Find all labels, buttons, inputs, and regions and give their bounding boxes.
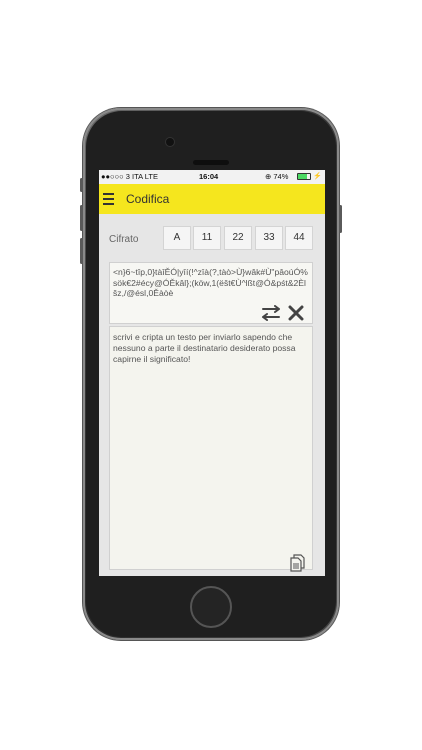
cipher-text: <n}6~tîp,0}tàîĚÓ|yîí(!^zîà(?,tàò>Ù}wâk#Ù…: [113, 267, 308, 298]
battery-percent: ⊕ 74%: [265, 172, 289, 181]
key-button-11[interactable]: 11: [193, 226, 221, 250]
key-button-44[interactable]: 44: [285, 226, 313, 250]
cipher-output-box[interactable]: <n}6~tîp,0}tàîĚÓ|yîí(!^zîà(?,tàò>Ù}wâk#Ù…: [109, 262, 313, 324]
copy-icon[interactable]: [288, 553, 308, 573]
phone-screen: ●●○○○ 3 ITA LTE 16:04 ⊕ 74% ⚡ Codifica C…: [99, 170, 325, 576]
app-bar: Codifica: [99, 184, 325, 214]
volume-down-button: [80, 238, 83, 264]
key-button-33[interactable]: 33: [255, 226, 283, 250]
cifrato-label: Cifrato: [109, 234, 139, 245]
power-button: [339, 205, 342, 233]
home-button[interactable]: [190, 586, 232, 628]
charging-icon: ⚡: [313, 173, 322, 180]
page-title: Codifica: [126, 192, 170, 206]
swap-arrows-icon[interactable]: [260, 305, 282, 321]
earpiece-speaker: [193, 160, 229, 165]
front-camera: [166, 138, 174, 146]
status-time: 16:04: [199, 172, 219, 181]
key-button-a[interactable]: A: [163, 226, 191, 250]
plain-text-input[interactable]: scrivi e cripta un testo per inviarlo sa…: [109, 326, 313, 573]
main-content: Cifrato A 11 22 33 44 <n}6~tîp,0}tàîĚÓ|y…: [99, 214, 325, 576]
key-button-22[interactable]: 22: [224, 226, 252, 250]
mute-switch: [80, 178, 83, 192]
volume-up-button: [80, 205, 83, 231]
hamburger-icon[interactable]: [103, 193, 114, 206]
carrier-signal: ●●○○○ 3 ITA LTE: [101, 172, 158, 181]
plain-text: scrivi e cripta un testo per inviarlo sa…: [113, 332, 296, 364]
status-bar: ●●○○○ 3 ITA LTE 16:04 ⊕ 74% ⚡: [99, 170, 325, 184]
close-icon[interactable]: [288, 305, 304, 321]
battery-icon: [297, 173, 311, 180]
